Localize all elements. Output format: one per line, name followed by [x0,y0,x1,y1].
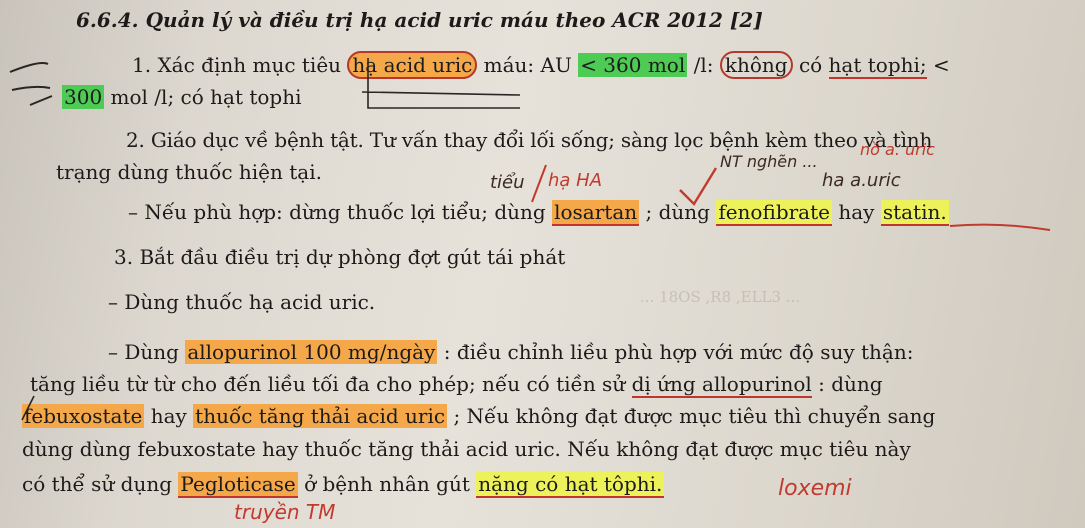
checkmark-mark [679,167,718,206]
document-page: 6.6.4. Quản lý và điều trị hạ acid uric … [0,0,1085,528]
underlined-hat-tophi: hạt tophi; [828,53,927,79]
paragraph-text-c: ; Nếu không đạt được mục tiêu thì chuyển… [453,404,936,428]
highlight-pegloticase: Pegloticase [178,472,298,498]
bullet-1-hay: hay [838,200,875,224]
paragraph-line-1: tăng liều từ từ cho đến liều tối đa cho … [30,372,883,398]
highlight-febuxostate: febuxostate [22,404,145,428]
highlight-nang-co-hat-tophi: nặng có hạt tôphi. [476,472,665,498]
bullet-1-line: – Nếu phù hợp: dừng thuốc lợi tiểu; dùng… [128,200,949,226]
bullet-3-line: – Dùng allopurinol 100 mg/ngày : điều ch… [108,340,913,364]
highlight-ha-acid-uric: hạ acid uric [347,51,478,79]
item-1-co-hat-tophi: có hạt tophi [180,85,302,109]
handwritten-note-loxemi: loxemi [778,476,852,501]
circled-khong: không [719,51,793,79]
handwritten-note-no-auric: nồ a. uric [860,140,935,159]
item-1-unit-2: mol /l; [110,85,175,109]
bullet-1-text-b: ; dùng [645,200,710,224]
handwritten-note-ha-auric: ha a.uric [822,170,901,191]
item-3-line: 3. Bắt đầu điều trị dự phòng đợt gút tái… [114,245,566,269]
item-1-line: 1. Xác định mục tiêu hạ acid uric máu: A… [132,51,950,79]
paragraph-text-d: có thể sử dụng [22,472,173,496]
item-1-text-b: máu: AU [483,53,572,77]
paragraph-line-3: dùng dùng febuxostate hay thuốc tăng thả… [22,437,911,461]
bullet-3-text: – Dùng [108,340,179,364]
handwritten-note-ha-ha: hạ HA [548,170,603,191]
paragraph-text-b: : dùng [818,372,883,396]
highlight-360: < 360 mol [578,53,688,77]
paragraph-line-2: febuxostate hay thuốc tăng thải acid uri… [22,404,935,428]
underline-stroke [949,223,1051,231]
handwritten-note-nt: NT nghẽn ... [720,152,818,171]
slash-mark [531,164,547,203]
item-1-co: có [798,53,823,77]
paragraph-line-4: có thể sử dụng Pegloticase ở bệnh nhân g… [22,472,665,498]
paragraph-hay: hay [150,404,187,428]
handwritten-note-tieu: tiểu [490,172,525,193]
bullet-1-text: – Nếu phù hợp: dừng thuốc lợi tiểu; dùng [128,200,546,224]
item-1-lt: < [933,53,950,77]
highlight-thuoc-tang-thai: thuốc tăng thải acid uric [193,404,448,428]
handwritten-note-truyen-tm: truyền TM [234,500,336,524]
left-arrow-mark [9,62,53,106]
item-1-text: 1. Xác định mục tiêu [132,53,342,77]
item-1-unit: /l: [693,53,714,77]
bleed-through-text: ... 18OS ,R8 ,ELL3 ... [640,288,801,306]
section-heading: 6.6.4. Quản lý và điều trị hạ acid uric … [76,8,763,32]
highlight-300: 300 [62,85,105,109]
paragraph-text-e: ở bệnh nhân gút [304,472,470,496]
bullet-2-line: – Dùng thuốc hạ acid uric. [108,290,376,314]
item-2-line-2: trạng dùng thuốc hiện tại. [56,160,322,184]
item-2-line: 2. Giáo dục về bệnh tật. Tư vấn thay đổi… [126,128,933,152]
highlight-statin: statin. [880,200,949,226]
item-1-line-2: 300 mol /l; có hạt tophi [62,85,302,109]
paragraph-text: tăng liều từ từ cho đến liều tối đa cho … [30,372,626,396]
bullet-3-text-b: : điều chỉnh liều phù hợp với mức độ suy… [443,340,914,364]
highlight-allopurinol: allopurinol 100 mg/ngày [185,340,438,364]
highlight-fenofibrate: fenofibrate [716,200,832,226]
underlined-di-ung: dị ứng allopurinol [631,372,812,398]
highlight-losartan: losartan [552,200,640,226]
